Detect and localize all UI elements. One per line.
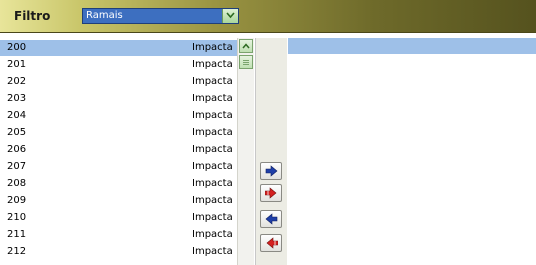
list-item-number: 208 <box>7 178 27 189</box>
list-item-name: Impacta <box>192 42 233 53</box>
list-item[interactable]: 207 Impacta <box>0 159 237 175</box>
list-item[interactable]: 211 Impacta <box>0 227 237 243</box>
selected-list[interactable] <box>288 38 536 265</box>
list-item-number: 203 <box>7 93 27 104</box>
list-item-name: Impacta <box>192 93 233 104</box>
list-item[interactable]: 202 Impacta <box>0 74 237 90</box>
filter-bar: Filtro Ramais <box>0 0 536 33</box>
transfer-buttons-panel <box>256 38 287 265</box>
list-item[interactable]: 201 Impacta <box>0 57 237 73</box>
list-item[interactable]: 210 Impacta <box>0 210 237 226</box>
vertical-scrollbar[interactable] <box>237 38 254 265</box>
move-left-button[interactable] <box>260 210 282 228</box>
thumb-grip-line <box>243 64 249 65</box>
move-right-button[interactable] <box>260 162 282 180</box>
list-item-number: 205 <box>7 127 27 138</box>
scroll-up-button[interactable] <box>239 39 253 53</box>
list-item[interactable]: 204 Impacta <box>0 108 237 124</box>
list-item-number: 204 <box>7 110 27 121</box>
list-item-number: 206 <box>7 144 27 155</box>
list-item-name: Impacta <box>192 178 233 189</box>
chevron-down-icon <box>226 12 235 19</box>
available-list[interactable]: 200 Impacta 201 Impacta 202 Impacta 203 Impacta… <box>0 38 256 265</box>
list-item-number: 207 <box>7 161 27 172</box>
list-item-number: 211 <box>7 229 27 240</box>
filter-dropdown[interactable]: Ramais <box>82 8 239 24</box>
list-item[interactable]: 206 Impacta <box>0 142 237 158</box>
list-item-number: 209 <box>7 195 27 206</box>
list-item[interactable]: 212 Impacta <box>0 244 237 260</box>
selected-list-highlight-row[interactable] <box>288 38 536 54</box>
double-arrow-right-icon <box>265 187 277 199</box>
list-item-name: Impacta <box>192 110 233 121</box>
double-arrow-left-icon <box>266 237 278 249</box>
move-all-right-button[interactable] <box>260 184 282 202</box>
list-item-name: Impacta <box>192 127 233 138</box>
list-item-name: Impacta <box>192 246 233 257</box>
list-item[interactable]: 205 Impacta <box>0 125 237 141</box>
dropdown-arrow-button[interactable] <box>222 9 238 23</box>
list-item[interactable]: 209 Impacta <box>0 193 237 209</box>
list-item-name: Impacta <box>192 76 233 87</box>
list-item[interactable]: 200 Impacta <box>0 40 237 56</box>
list-item-name: Impacta <box>192 229 233 240</box>
list-item[interactable]: 203 Impacta <box>0 91 237 107</box>
list-item-name: Impacta <box>192 195 233 206</box>
chevron-up-icon <box>242 43 250 49</box>
list-item-number: 210 <box>7 212 27 223</box>
list-item-name: Impacta <box>192 144 233 155</box>
scroll-thumb[interactable] <box>239 55 253 69</box>
list-item-number: 202 <box>7 76 27 87</box>
list-item-number: 212 <box>7 246 27 257</box>
arrow-right-icon <box>265 165 278 177</box>
thumb-grip-line <box>243 60 249 61</box>
arrow-left-icon <box>265 213 278 225</box>
list-item-name: Impacta <box>192 59 233 70</box>
filter-label: Filtro <box>14 9 51 23</box>
list-item-number: 201 <box>7 59 27 70</box>
filter-dropdown-value: Ramais <box>86 10 123 21</box>
list-item-name: Impacta <box>192 212 233 223</box>
thumb-grip-line <box>243 62 249 63</box>
list-item-number: 200 <box>7 42 27 53</box>
list-item[interactable]: 208 Impacta <box>0 176 237 192</box>
list-item-name: Impacta <box>192 161 233 172</box>
move-all-left-button[interactable] <box>260 234 282 252</box>
